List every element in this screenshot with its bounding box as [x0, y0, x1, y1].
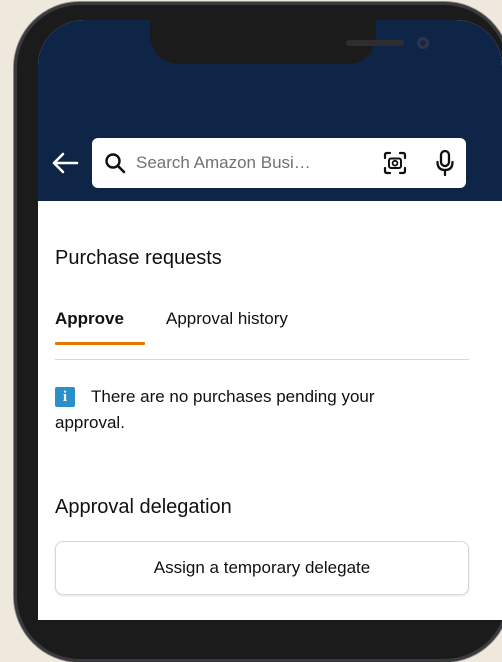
search-icon	[105, 153, 126, 174]
back-button[interactable]	[50, 148, 80, 178]
search-bar[interactable]	[92, 138, 466, 188]
phone-screen: Purchase requests Approve Approval histo…	[38, 20, 502, 620]
front-camera	[417, 37, 429, 49]
app-header	[38, 20, 502, 201]
speaker-grille	[346, 40, 404, 46]
active-tab-indicator	[55, 342, 145, 345]
section-title-approval-delegation: Approval delegation	[55, 496, 232, 518]
tab-approve[interactable]: Approve	[55, 309, 124, 329]
camera-scan-icon[interactable]	[382, 150, 408, 176]
back-arrow-icon	[52, 152, 79, 174]
search-input[interactable]	[136, 146, 336, 180]
assign-delegate-button[interactable]: Assign a temporary delegate	[55, 541, 469, 595]
microphone-icon[interactable]	[435, 149, 455, 177]
page-title: Purchase requests	[55, 247, 222, 269]
tab-approval-history[interactable]: Approval history	[166, 309, 288, 329]
phone-notch	[150, 20, 429, 64]
tab-divider	[55, 359, 469, 360]
info-message: There are no purchases pending your appr…	[55, 387, 375, 432]
